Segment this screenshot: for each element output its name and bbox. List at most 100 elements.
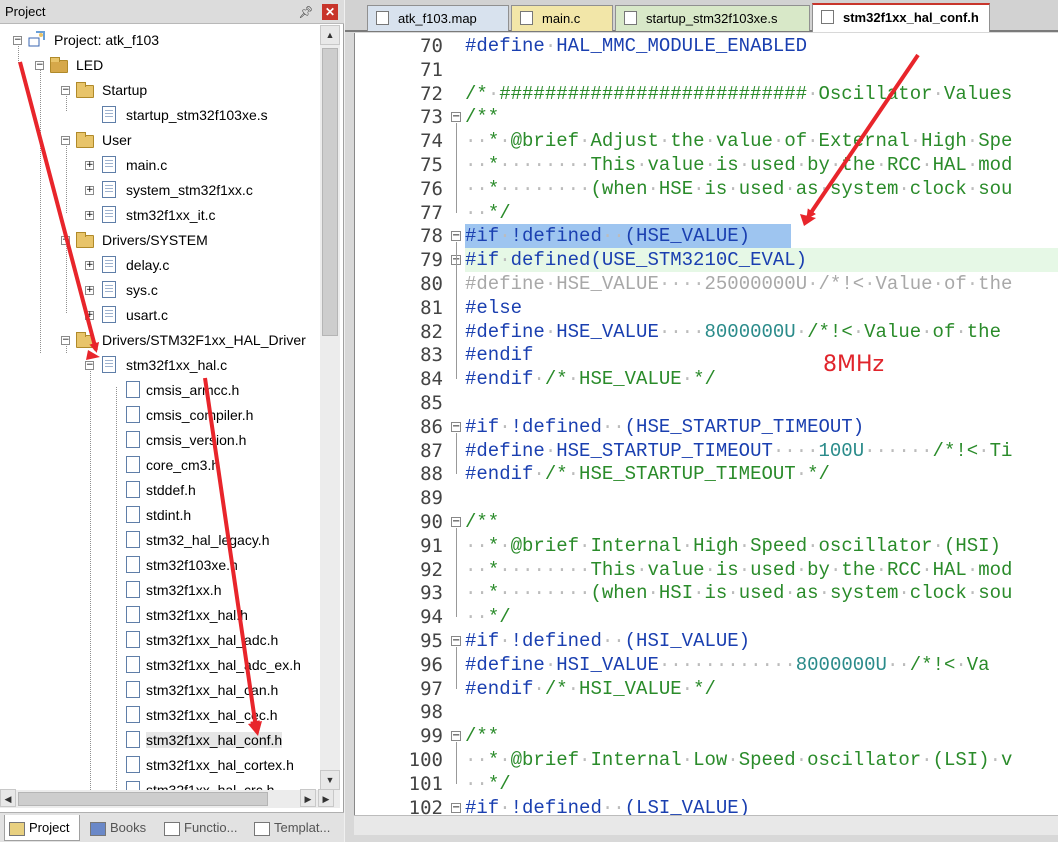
code-line[interactable]: #define·HSE_STARTUP_TIMEOUT····100U·····… [465,439,1058,463]
code-line[interactable]: ··*·@brief·Adjust·the·value·of·External·… [465,129,1058,153]
fold-toggle-icon[interactable]: − [451,731,461,742]
code-line[interactable]: #if·!defined··(LSI_VALUE) [465,796,1058,815]
fold-toggle-icon[interactable]: − [451,421,461,432]
code-line[interactable]: /** [465,510,1058,534]
code-line[interactable]: ··*/ [465,605,1058,629]
fold-toggle-icon[interactable]: − [451,231,461,242]
code-area[interactable]: 70 71 72 73 74 75 76 77 78 79 80 81 82 83 84 85 86 87 88 89… [354,33,1058,815]
code-line[interactable]: ··*·@brief·Internal·Low·Speed·oscillator… [465,748,1058,772]
hscrollbar-thumb[interactable] [18,792,268,806]
code-line[interactable]: #endif [465,343,1058,367]
panel-tab-functio[interactable]: Functio... [160,815,246,841]
tree-node[interactable]: stm32f1xx_hal_conf.h [0,728,320,753]
fold-toggle-icon[interactable]: − [451,112,461,123]
scroll-left-icon[interactable]: ◀ [0,789,16,807]
editor-tab-atk-f103-map[interactable]: atk_f103.map [367,5,509,31]
expand-toggle-icon[interactable]: + [85,286,94,295]
code-line[interactable]: #if·defined(USE_STM3210C_EVAL) [465,248,1058,273]
tree-node[interactable]: − Drivers/STM32F1xx_HAL_Driver [0,328,320,353]
tree-node[interactable]: + system_stm32f1xx.c [0,178,320,203]
code-line[interactable]: #else [465,296,1058,320]
code-line[interactable]: #endif·/*·HSE_STARTUP_TIMEOUT·*/ [465,462,1058,486]
tree-node[interactable]: stdint.h [0,503,320,528]
expand-toggle-icon[interactable]: − [13,36,22,45]
tree-node[interactable]: stm32f1xx.h [0,578,320,603]
code-line[interactable] [465,700,1058,724]
tree-node[interactable]: + stm32f1xx_it.c [0,203,320,228]
tree-node[interactable]: stm32f1xx_hal.h [0,603,320,628]
fold-toggle-icon[interactable]: − [451,517,461,527]
expand-toggle-icon[interactable]: − [35,61,44,70]
tree-node[interactable]: startup_stm32f103xe.s [0,103,320,128]
fold-toggle-icon[interactable]: − [451,636,461,646]
code-line[interactable] [465,58,1058,82]
expand-toggle-icon[interactable]: + [85,186,94,195]
tree-node[interactable]: cmsis_armcc.h [0,378,320,403]
panel-tab-books[interactable]: Books [86,815,156,841]
tree-node[interactable]: − User [0,128,320,153]
tree-node[interactable]: stm32f1xx_hal_adc_ex.h [0,653,320,678]
code-line[interactable]: ··*········(when·HSI·is·used·as·system·c… [465,581,1058,605]
scroll-down-icon[interactable]: ▼ [320,770,340,790]
tree-node[interactable]: + sys.c [0,278,320,303]
editor-tab-stm32f1xx-hal-conf-h[interactable]: stm32f1xx_hal_conf.h [812,3,990,32]
expand-toggle-icon[interactable]: − [61,86,70,95]
tree-horizontal-scrollbar[interactable]: ◀ ▶ ▶ [0,789,340,808]
expand-toggle-icon[interactable]: + [85,211,94,220]
code-line[interactable]: #if·!defined··(HSE_VALUE) [465,224,791,249]
code-line[interactable]: #define·HAL_MMC_MODULE_ENABLED [465,34,1058,58]
code-line[interactable]: #if·!defined··(HSI_VALUE) [465,629,1058,653]
tree-vertical-scrollbar[interactable]: ▲ ▼ [320,25,340,790]
tree-node[interactable]: + usart.c [0,303,320,328]
tree-node[interactable]: + main.c [0,153,320,178]
scroll-right-end-icon[interactable]: ▶ [318,789,334,807]
code-line[interactable]: ··*········This·value·is·used·by·the·RCC… [465,153,1058,177]
tree-node[interactable]: stm32_hal_legacy.h [0,528,320,553]
code-line[interactable]: /** [465,724,1058,748]
code-line[interactable]: ··*/ [465,772,1058,796]
tree-node[interactable]: stddef.h [0,478,320,503]
panel-tab-project[interactable]: Project [4,815,80,841]
tree-node[interactable]: cmsis_compiler.h [0,403,320,428]
tree-node[interactable]: + delay.c [0,253,320,278]
code-line[interactable]: #if·!defined··(HSE_STARTUP_TIMEOUT) [465,415,1058,439]
scrollbar-thumb[interactable] [322,48,338,336]
tree-node[interactable]: cmsis_version.h [0,428,320,453]
expand-toggle-icon[interactable]: − [61,136,70,145]
tree-node[interactable]: − LED [0,53,320,78]
pin-icon[interactable]: 📌︎ [298,4,314,20]
code-line[interactable]: ··*/ [465,201,1058,225]
editor-hscrollbar[interactable] [354,815,1058,835]
code-line[interactable]: #define·HSE_VALUE····25000000U·/*!<·Valu… [465,272,1058,296]
code-line[interactable]: /*·###########################·Oscillato… [465,82,1058,106]
fold-toggle-icon[interactable]: − [451,802,461,813]
panel-tab-templat[interactable]: Templat... [250,815,340,841]
code-line[interactable]: #define·HSE_VALUE····8000000U·/*!<·Value… [465,320,1058,344]
code-line[interactable] [465,391,1058,415]
code-line[interactable]: #define·HSI_VALUE············8000000U··/… [465,653,1058,677]
expand-toggle-icon[interactable]: − [61,236,70,245]
expand-toggle-icon[interactable]: + [85,261,94,270]
editor-tab-main-c[interactable]: main.c [511,5,613,31]
code-line[interactable]: /** [465,105,1058,129]
tree-node[interactable]: − stm32f1xx_hal.c [0,353,320,378]
close-icon[interactable]: ✕ [322,4,338,20]
code-line[interactable]: #endif·/*·HSE_VALUE·*/ [465,367,1058,391]
tree-node[interactable]: stm32f1xx_hal_adc.h [0,628,320,653]
code-line[interactable]: ··*········This·value·is·used·by·the·RCC… [465,558,1058,582]
tree-node[interactable]: core_cm3.h [0,453,320,478]
code-line[interactable] [465,486,1058,510]
tree-node[interactable]: − Drivers/SYSTEM [0,228,320,253]
tree-node[interactable]: stm32f103xe.h [0,553,320,578]
code-line[interactable]: ··*·@brief·Internal·High·Speed·oscillato… [465,534,1058,558]
tree-node[interactable]: stm32f1xx_hal_cec.h [0,703,320,728]
expand-toggle-icon[interactable]: − [61,336,70,345]
editor-tab-startup-stm32f103xe-s[interactable]: startup_stm32f103xe.s [615,5,810,31]
tree-node[interactable]: − Startup [0,78,320,103]
scroll-right-icon[interactable]: ▶ [300,789,316,807]
tree-node[interactable]: stm32f1xx_hal_crc.h [0,778,320,790]
code-line[interactable]: ··*········(when·HSE·is·used·as·system·c… [465,177,1058,201]
tree-node[interactable]: stm32f1xx_hal_cortex.h [0,753,320,778]
tree-node[interactable]: stm32f1xx_hal_can.h [0,678,320,703]
tree-node[interactable]: − Project: atk_f103 [0,28,320,53]
